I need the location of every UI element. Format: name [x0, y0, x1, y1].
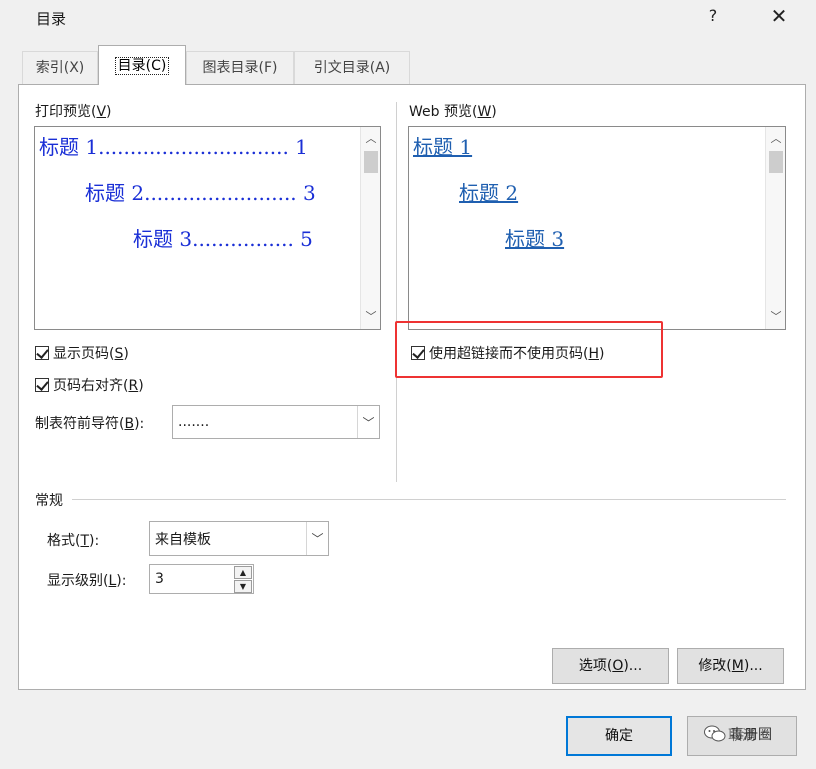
ok-button[interactable]: 确定 [566, 716, 672, 756]
scroll-up-icon[interactable]: ︿ [361, 129, 380, 149]
tab-toc-label: 目录(C) [114, 57, 170, 75]
print-preview-line-1: 标题 1.............................. 1 [39, 135, 308, 159]
scroll-thumb[interactable] [364, 151, 378, 173]
tab-leader-label: 制表符前导符(B): [35, 416, 145, 432]
format-value: 来自模板 [155, 531, 211, 548]
web-preview-label: Web 预览(W) [409, 104, 497, 120]
tab-figures[interactable]: 图表目录(F) [186, 51, 294, 84]
print-preview-line-2: 标题 2........................ 3 [85, 181, 316, 205]
highlight-annotation [395, 321, 663, 378]
scroll-up-icon[interactable]: ︿ [766, 129, 785, 149]
web-preview-link-1[interactable]: 标题 1 [413, 131, 472, 160]
web-preview-link-2[interactable]: 标题 2 [459, 177, 518, 206]
column-divider [396, 102, 397, 482]
chevron-down-icon[interactable]: ﹀ [357, 406, 379, 438]
spin-up-icon[interactable]: ▲ [234, 566, 252, 579]
format-select[interactable]: 来自模板 ﹀ [149, 521, 329, 556]
wechat-icon [704, 725, 726, 742]
watermark: 毒册圈 [704, 724, 772, 744]
show-levels-value: 3 [155, 571, 164, 587]
tab-citations[interactable]: 引文目录(A) [294, 51, 410, 84]
scroll-down-icon[interactable]: ﹀ [361, 307, 380, 327]
format-label: 格式(T): [47, 533, 100, 549]
right-align-page-numbers-checkbox[interactable]: 页码右对齐(R) [35, 375, 144, 395]
spin-down-icon[interactable]: ▼ [234, 580, 252, 593]
watermark-text: 毒册圈 [730, 727, 772, 743]
close-button[interactable]: ✕ [764, 4, 794, 28]
chevron-down-icon[interactable]: ﹀ [306, 522, 328, 555]
show-levels-spinner[interactable]: 3 ▲ ▼ [149, 564, 254, 594]
general-group-heading: 常规 [35, 493, 63, 509]
checkbox-checked-icon[interactable] [35, 346, 49, 360]
web-preview-scrollbar[interactable]: ︿ ﹀ [765, 127, 785, 329]
tab-leader-value: ....... [178, 414, 210, 430]
web-preview-link-3[interactable]: 标题 3 [505, 223, 564, 252]
general-group-line [72, 499, 786, 500]
print-preview-box[interactable]: 标题 1.............................. 1 标题 … [34, 126, 381, 330]
scroll-thumb[interactable] [769, 151, 783, 173]
options-button[interactable]: 选项(O)... [552, 648, 669, 684]
web-preview-box[interactable]: 标题 1 标题 2 标题 3 ︿ ﹀ [408, 126, 786, 330]
help-button[interactable]: ? [698, 4, 728, 28]
checkbox-checked-icon[interactable] [35, 378, 49, 392]
show-levels-label: 显示级别(L): [47, 573, 127, 589]
scroll-down-icon[interactable]: ﹀ [766, 307, 785, 327]
tab-toc[interactable]: 目录(C) [98, 45, 186, 85]
dialog-title: 目录 [36, 10, 67, 28]
print-preview-label: 打印预览(V) [35, 104, 112, 120]
print-preview-scrollbar[interactable]: ︿ ﹀ [360, 127, 380, 329]
show-page-numbers-checkbox[interactable]: 显示页码(S) [35, 343, 129, 363]
tab-leader-select[interactable]: ....... ﹀ [172, 405, 380, 439]
tab-index[interactable]: 索引(X) [22, 51, 98, 84]
modify-button[interactable]: 修改(M)... [677, 648, 784, 684]
print-preview-line-3: 标题 3................ 5 [133, 227, 313, 251]
